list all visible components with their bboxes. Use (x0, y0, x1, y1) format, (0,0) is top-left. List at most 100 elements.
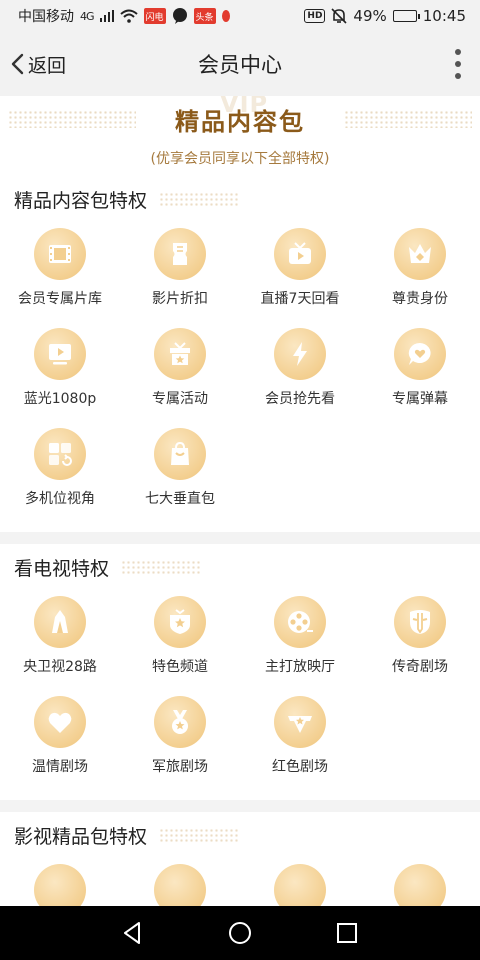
privilege-label: 直播7天回看 (260, 291, 340, 307)
status-right: HD 49% 10:45 (304, 7, 466, 25)
wing-star-icon (274, 696, 326, 748)
shield-star-icon (154, 596, 206, 648)
tower-icon (34, 596, 86, 648)
privilege-item[interactable]: 红色剧场 (240, 690, 360, 790)
lightning-icon (274, 328, 326, 380)
privilege-item[interactable]: 直播7天回看 (240, 222, 360, 322)
section-header: 看电视特权 (0, 544, 480, 590)
hd-label: HD (304, 9, 326, 23)
privilege-label: 会员抢先看 (265, 391, 335, 407)
tv-privilege-card: 看电视特权 央卫视28路 特色频道 主打放映厅 传奇剧场 温情剧场 军旅剧场 红… (0, 544, 480, 800)
ticket-icon (154, 228, 206, 280)
gift-star-icon (154, 328, 206, 380)
privilege-label: 影片折扣 (152, 291, 208, 307)
status-bar: 中国移动 4G 闪电 头条 HD 49% 10:45 (0, 0, 480, 32)
privilege-item[interactable]: 传奇剧场 (360, 590, 480, 690)
recents-square-icon[interactable] (334, 920, 360, 946)
privilege-label: 主打放映厅 (265, 659, 335, 675)
app-badge-1: 闪电 (143, 8, 166, 24)
privilege-item[interactable]: 会员专属片库 (0, 222, 120, 322)
scroll-content[interactable]: VIP 精品内容包 (优享会员同享以下全部特权) 精品内容包特权 会员专属片库 (0, 96, 480, 906)
section-title: 看电视特权 (14, 557, 110, 580)
privilege-grid: 会员专属片库 影片折扣 直播7天回看 尊贵身份 蓝光1080p 专属活动 会员抢… (0, 222, 480, 522)
app-badge-2: 头条 (193, 8, 216, 24)
privilege-item[interactable]: 专属活动 (120, 322, 240, 422)
chat-heart-icon (394, 328, 446, 380)
location-pin-icon (221, 10, 230, 22)
privilege-label: 专属活动 (152, 391, 208, 407)
screen: 中国移动 4G 闪电 头条 HD 49% 10:45 返回 会员中心 VIP 精… (0, 0, 480, 960)
heart-icon (34, 696, 86, 748)
tv-play-icon (274, 228, 326, 280)
monitor-play-icon (34, 328, 86, 380)
privilege-label: 军旅剧场 (152, 759, 208, 775)
premium-package-card: VIP 精品内容包 (优享会员同享以下全部特权) 精品内容包特权 会员专属片库 (0, 96, 480, 532)
back-label: 返回 (28, 54, 67, 77)
system-nav-bar (0, 906, 480, 960)
privilege-label: 央卫视28路 (23, 659, 97, 675)
privilege-item[interactable]: 蓝光1080p (0, 322, 120, 422)
privilege-item[interactable]: 主打放映厅 (240, 590, 360, 690)
hero-subtitle: (优享会员同享以下全部特权) (150, 151, 330, 167)
film-reel-icon (274, 596, 326, 648)
hero-title: 精品内容包 (175, 108, 305, 136)
multi-camera-icon (34, 428, 86, 480)
section-title: 精品内容包特权 (14, 189, 148, 212)
crown-icon (394, 228, 446, 280)
bag-icon (154, 428, 206, 480)
privilege-grid: 央卫视28路 特色频道 主打放映厅 传奇剧场 温情剧场 军旅剧场 红色剧场 (0, 590, 480, 790)
status-left: 中国移动 4G 闪电 头条 (18, 6, 230, 26)
film-strip-icon (34, 228, 86, 280)
film-package-card: 影视精品包特权 (0, 812, 480, 906)
more-dot-icon (455, 61, 461, 67)
message-icon (172, 8, 187, 24)
privilege-item[interactable]: 专属弹幕 (360, 322, 480, 422)
decor-dots (159, 828, 240, 842)
privilege-item[interactable]: 多机位视角 (0, 422, 120, 522)
hero-banner: VIP 精品内容包 (优享会员同享以下全部特权) (0, 96, 480, 176)
privilege-icon[interactable] (394, 864, 446, 906)
privilege-label: 蓝光1080p (23, 391, 97, 407)
privilege-item[interactable]: 温情剧场 (0, 690, 120, 790)
privilege-label: 七大垂直包 (145, 491, 215, 507)
privilege-label: 多机位视角 (25, 491, 95, 507)
privilege-label: 专属弹幕 (392, 391, 448, 407)
more-dot-icon (455, 73, 461, 79)
privilege-label: 尊贵身份 (392, 291, 448, 307)
section-header: 精品内容包特权 (0, 176, 480, 222)
back-button[interactable]: 返回 (4, 46, 70, 82)
privilege-item[interactable]: 军旅剧场 (120, 690, 240, 790)
privilege-item[interactable]: 七大垂直包 (120, 422, 240, 522)
privilege-label: 红色剧场 (272, 759, 328, 775)
decor-dots (121, 560, 202, 574)
back-triangle-icon[interactable] (120, 920, 146, 946)
privilege-item[interactable]: 特色频道 (120, 590, 240, 690)
privilege-icon[interactable] (34, 864, 86, 906)
battery-percent: 49% (353, 7, 387, 25)
privilege-icon[interactable] (274, 864, 326, 906)
carrier-label: 中国移动 (18, 9, 74, 25)
chevron-left-icon (11, 53, 24, 75)
home-circle-icon[interactable] (227, 920, 253, 946)
privilege-label: 特色频道 (152, 659, 208, 675)
more-menu-button[interactable] (450, 46, 466, 82)
decor-dots (159, 192, 240, 206)
section-header: 影视精品包特权 (0, 812, 480, 858)
privilege-item[interactable]: 央卫视28路 (0, 590, 120, 690)
nav-bar: 返回 会员中心 (0, 32, 480, 96)
privilege-label: 温情剧场 (32, 759, 88, 775)
more-dot-icon (455, 49, 461, 55)
page-title: 会员中心 (198, 53, 282, 77)
battery-icon (392, 10, 420, 22)
privilege-item[interactable]: 会员抢先看 (240, 322, 360, 422)
privilege-label: 会员专属片库 (18, 291, 102, 307)
signal-icon (99, 10, 114, 22)
privilege-item[interactable]: 影片折扣 (120, 222, 240, 322)
privilege-grid-peek (0, 858, 480, 906)
wifi-icon (119, 9, 138, 23)
privilege-item[interactable]: 尊贵身份 (360, 222, 480, 322)
mask-icon (394, 596, 446, 648)
medal-icon (154, 696, 206, 748)
section-title: 影视精品包特权 (14, 825, 148, 848)
privilege-icon[interactable] (154, 864, 206, 906)
